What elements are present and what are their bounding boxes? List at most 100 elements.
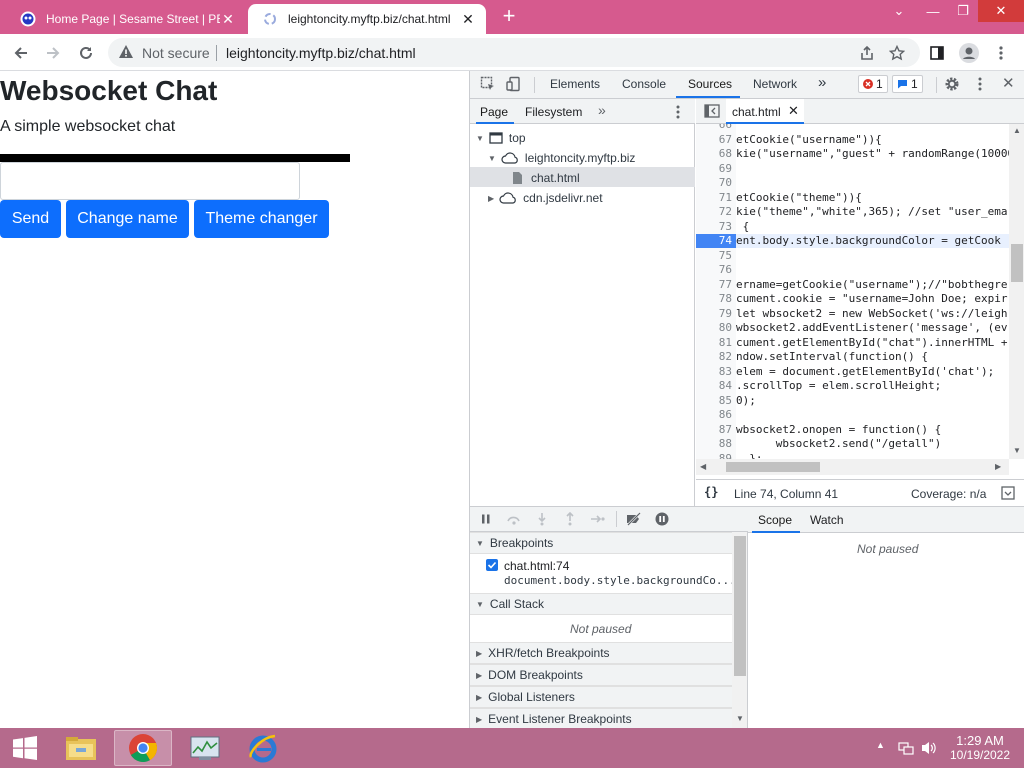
window-close-icon[interactable]: ✕ bbox=[978, 0, 1024, 22]
line-number[interactable]: 80 bbox=[696, 321, 734, 335]
line-number[interactable]: 77 bbox=[696, 278, 734, 292]
share-icon[interactable] bbox=[856, 42, 878, 64]
warning-icon[interactable] bbox=[118, 44, 134, 60]
scrollbar-thumb[interactable] bbox=[1011, 244, 1023, 282]
horizontal-scrollbar[interactable]: ◀ ▶ bbox=[696, 459, 1009, 475]
xhr-breakpoints-section-header[interactable]: ▶ XHR/fetch Breakpoints bbox=[470, 642, 732, 664]
theme-changer-button[interactable]: Theme changer bbox=[194, 200, 329, 238]
line-number[interactable]: 79 bbox=[696, 307, 734, 321]
line-number[interactable]: 89 bbox=[696, 452, 734, 460]
collapse-arrow-icon[interactable]: ▶ bbox=[476, 715, 482, 724]
code-area[interactable]: etCookie("username")){kie("username","gu… bbox=[736, 124, 1009, 459]
line-number[interactable]: 71 bbox=[696, 191, 734, 205]
tree-item-leightoncity[interactable]: ▼ leightoncity.myftp.biz bbox=[488, 148, 635, 168]
forward-icon[interactable] bbox=[42, 42, 64, 64]
pause-on-exceptions-icon[interactable] bbox=[655, 512, 669, 526]
tab-network[interactable]: Network bbox=[753, 77, 797, 91]
sidebar-scrollbar[interactable]: ▼ bbox=[732, 532, 747, 728]
line-number[interactable]: 83 bbox=[696, 365, 734, 379]
task-manager-icon[interactable] bbox=[176, 730, 234, 766]
error-count-badge[interactable]: 1 bbox=[858, 75, 888, 93]
code-line[interactable]: etCookie("username")){ bbox=[736, 133, 882, 147]
line-number[interactable]: 67 bbox=[696, 133, 734, 147]
tree-item-top[interactable]: ▼ top bbox=[476, 128, 526, 148]
code-line[interactable]: let wbsocket2 = new WebSocket('ws://leig… bbox=[736, 307, 1008, 321]
code-line[interactable]: etCookie("theme")){ bbox=[736, 191, 862, 205]
global-listeners-section-header[interactable]: ▶ Global Listeners bbox=[470, 686, 732, 708]
code-line[interactable]: wbsocket2.send("/getall") bbox=[736, 437, 942, 451]
line-number[interactable]: 85 bbox=[696, 394, 734, 408]
system-clock[interactable]: 1:29 AM 10/19/2022 bbox=[944, 733, 1016, 763]
code-line[interactable]: cument.getElementById("chat").innerHTML … bbox=[736, 336, 1008, 350]
code-line[interactable]: 0); bbox=[736, 394, 756, 408]
tab-elements[interactable]: Elements bbox=[550, 77, 600, 91]
deactivate-breakpoints-icon[interactable] bbox=[625, 512, 643, 526]
code-line[interactable]: elem = document.getElementById('chat'); bbox=[736, 365, 994, 379]
code-line[interactable]: cument.cookie = "username=John Doe; expi… bbox=[736, 292, 1008, 306]
change-name-button[interactable]: Change name bbox=[66, 200, 189, 238]
step-out-icon[interactable] bbox=[564, 512, 576, 526]
collapse-arrow-icon[interactable]: ▶ bbox=[488, 194, 494, 203]
scroll-down-arrow-icon[interactable]: ▼ bbox=[1013, 446, 1021, 455]
code-line[interactable]: ent.body.style.backgroundColor = getCook bbox=[736, 234, 1009, 248]
more-tabs-icon[interactable]: » bbox=[598, 102, 606, 118]
inspect-element-icon[interactable] bbox=[480, 76, 496, 92]
scroll-down-arrow-icon[interactable]: ▼ bbox=[736, 714, 744, 723]
tab-scope[interactable]: Scope bbox=[758, 513, 792, 527]
line-number[interactable]: 70 bbox=[696, 176, 734, 190]
tab-console[interactable]: Console bbox=[622, 77, 666, 91]
tree-item-chat-html[interactable]: chat.html bbox=[512, 168, 580, 188]
tab-sources[interactable]: Sources bbox=[688, 77, 732, 91]
show-debugger-icon[interactable] bbox=[1001, 486, 1015, 500]
call-stack-section-header[interactable]: ▼ Call Stack bbox=[470, 593, 732, 615]
expand-arrow-icon[interactable]: ▼ bbox=[476, 134, 484, 143]
restore-icon[interactable]: ❐ bbox=[948, 0, 978, 22]
event-listener-breakpoints-section-header[interactable]: ▶ Event Listener Breakpoints bbox=[470, 708, 732, 728]
tab-page[interactable]: Page bbox=[480, 105, 508, 119]
message-input[interactable] bbox=[0, 162, 300, 200]
reload-icon[interactable] bbox=[75, 42, 97, 64]
chrome-icon[interactable] bbox=[114, 730, 172, 766]
breakpoint-line-number[interactable]: 74 bbox=[696, 234, 736, 248]
code-line[interactable]: .scrollTop = elem.scrollHeight; bbox=[736, 379, 941, 393]
message-count-badge[interactable]: 1 bbox=[892, 75, 923, 93]
expand-arrow-icon[interactable]: ▼ bbox=[476, 539, 484, 548]
line-number[interactable]: 75 bbox=[696, 249, 734, 263]
line-number[interactable]: 88 bbox=[696, 437, 734, 451]
vertical-scrollbar[interactable]: ▲ ▼ bbox=[1009, 124, 1024, 459]
pretty-print-icon[interactable]: {} bbox=[704, 485, 718, 499]
step-icon[interactable] bbox=[590, 513, 606, 525]
line-number[interactable]: 72 bbox=[696, 205, 734, 219]
collapse-arrow-icon[interactable]: ▶ bbox=[476, 649, 482, 658]
scrollbar-thumb[interactable] bbox=[726, 462, 820, 472]
code-line[interactable]: kie("username","guest" + randomRange(100… bbox=[736, 147, 1009, 161]
tab-watch[interactable]: Watch bbox=[810, 513, 844, 527]
line-number[interactable]: 86 bbox=[696, 408, 734, 422]
line-number-gutter[interactable]: 66 67 68 69 70 71 72 73 74 75 76 77 78 79 80 81 82 83 84 85… bbox=[696, 124, 736, 459]
navigator-menu-icon[interactable] bbox=[676, 105, 680, 119]
scroll-left-arrow-icon[interactable]: ◀ bbox=[700, 462, 706, 471]
address-bar[interactable]: Not secure leightoncity.myftp.biz/chat.h… bbox=[108, 38, 920, 67]
start-button[interactable] bbox=[0, 730, 50, 766]
volume-icon[interactable] bbox=[920, 740, 938, 756]
expand-arrow-icon[interactable]: ▼ bbox=[476, 600, 484, 609]
scroll-up-arrow-icon[interactable]: ▲ bbox=[1013, 126, 1021, 135]
devtools-menu-icon[interactable] bbox=[978, 77, 982, 91]
line-number[interactable]: 78 bbox=[696, 292, 734, 306]
tab-search-icon[interactable]: ⌄ bbox=[884, 0, 914, 22]
new-tab-button[interactable]: + bbox=[498, 5, 520, 28]
dom-breakpoints-section-header[interactable]: ▶ DOM Breakpoints bbox=[470, 664, 732, 686]
more-tabs-icon[interactable]: » bbox=[818, 74, 826, 91]
network-icon[interactable] bbox=[898, 740, 914, 756]
tab-chat[interactable]: leightoncity.myftp.biz/chat.html ✕ bbox=[248, 4, 486, 34]
line-number[interactable]: 81 bbox=[696, 336, 734, 350]
line-number[interactable]: 82 bbox=[696, 350, 734, 364]
close-tab-icon[interactable]: ✕ bbox=[220, 11, 236, 27]
code-line[interactable]: ndow.setInterval(function() { bbox=[736, 350, 928, 364]
security-label[interactable]: Not secure bbox=[142, 45, 210, 61]
step-over-icon[interactable] bbox=[506, 513, 522, 525]
tree-item-cdn-jsdelivr[interactable]: ▶ cdn.jsdelivr.net bbox=[488, 188, 603, 208]
code-line[interactable]: ername=getCookie("username");//"bobthegr… bbox=[736, 278, 1008, 292]
settings-gear-icon[interactable] bbox=[944, 76, 960, 92]
line-number[interactable]: 84 bbox=[696, 379, 734, 393]
